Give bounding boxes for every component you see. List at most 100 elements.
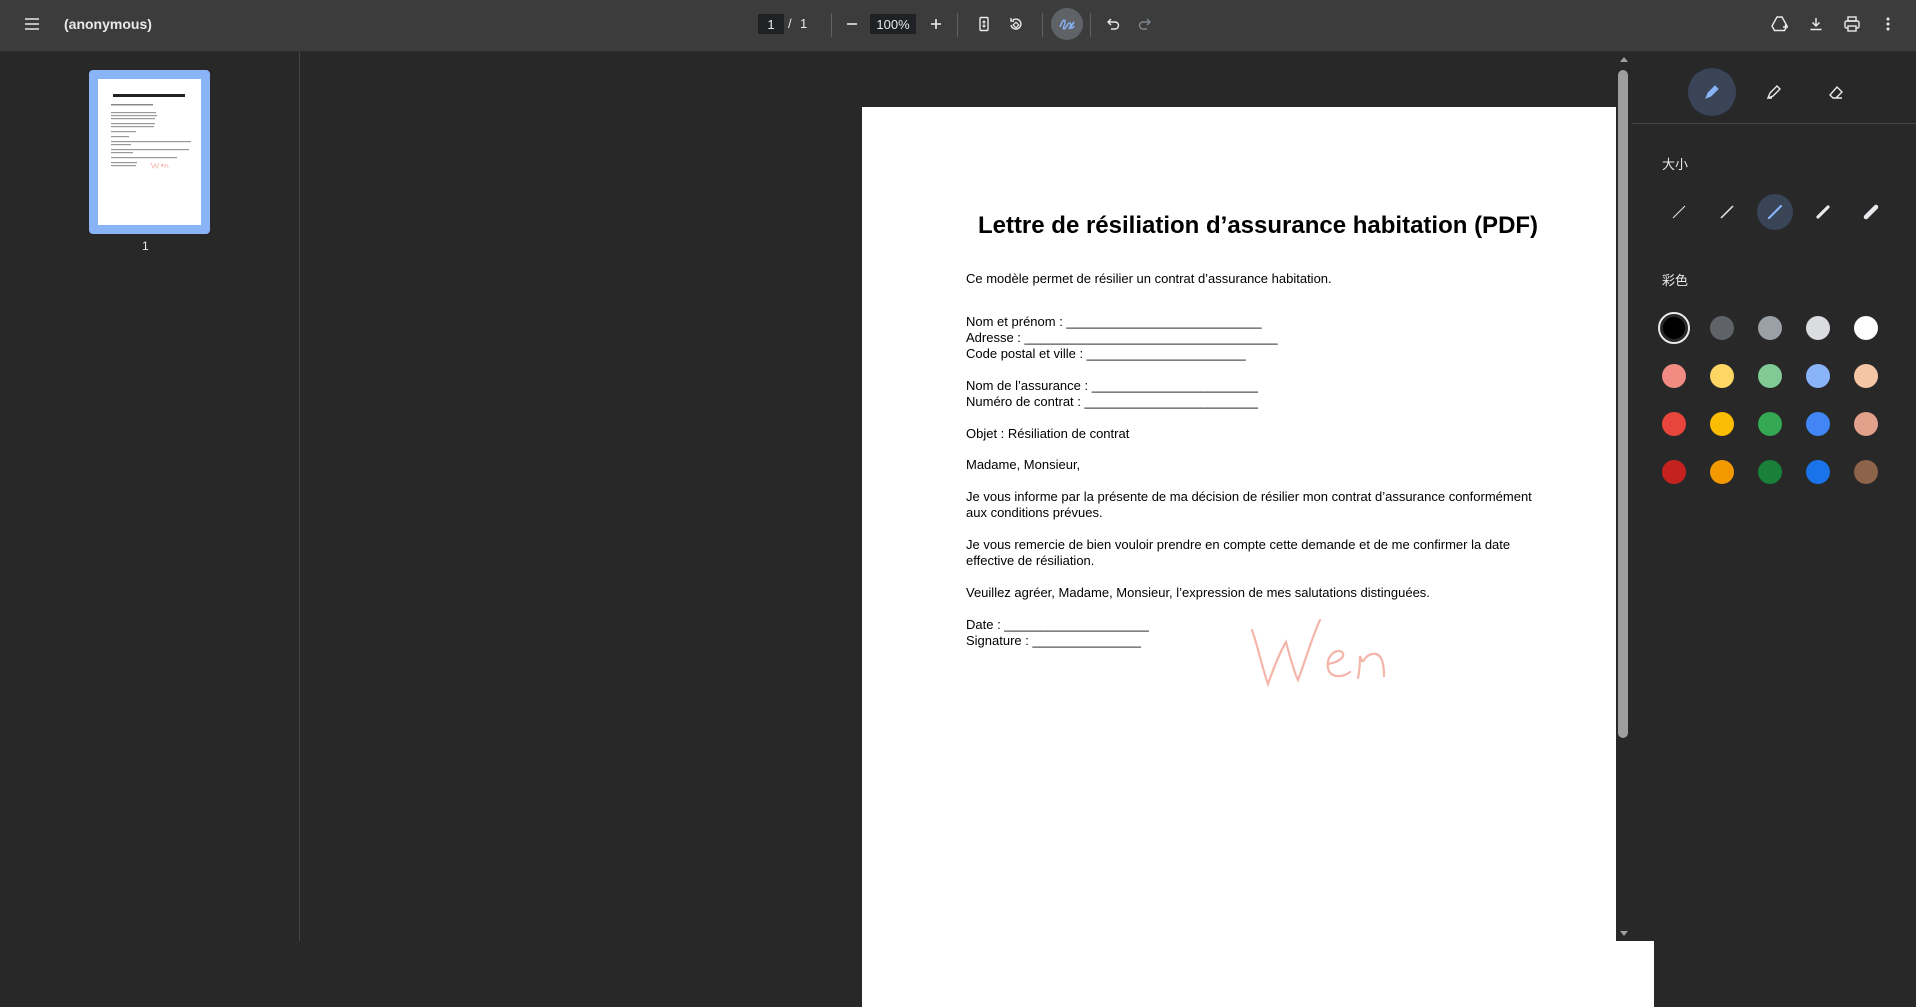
undo-icon bbox=[1107, 18, 1120, 30]
subject-line: Objet : Résiliation de contrat bbox=[966, 426, 1130, 441]
handwritten-signature-image bbox=[1250, 618, 1386, 688]
color-swatch[interactable] bbox=[1662, 412, 1686, 436]
more-vert-icon bbox=[1886, 17, 1890, 31]
page-number-input[interactable]: 1 bbox=[758, 14, 784, 34]
stroke-size-icon bbox=[1767, 204, 1783, 220]
thumbnail-preview bbox=[98, 79, 201, 225]
color-swatch[interactable] bbox=[1806, 412, 1830, 436]
print-button[interactable] bbox=[1836, 8, 1868, 40]
document-viewer: Lettre de résiliation d’assurance habita… bbox=[300, 52, 1654, 1007]
color-swatch[interactable] bbox=[1662, 460, 1686, 484]
redo-button[interactable] bbox=[1129, 8, 1161, 40]
fit-page-icon bbox=[979, 16, 989, 32]
body-line: Je vous remercie de bien vouloir prendre… bbox=[966, 537, 1511, 552]
toolbar-divider bbox=[1042, 13, 1043, 37]
color-swatch[interactable] bbox=[1710, 412, 1734, 436]
color-swatch[interactable] bbox=[1806, 364, 1830, 388]
color-swatch[interactable] bbox=[1710, 460, 1734, 484]
download-button[interactable] bbox=[1800, 8, 1832, 40]
stroke-size-icon bbox=[1720, 205, 1734, 219]
stroke-size-icon bbox=[1816, 205, 1830, 219]
salutation-line: Madame, Monsieur, bbox=[966, 457, 1081, 472]
size-option-2[interactable] bbox=[1709, 194, 1745, 230]
date-line: Date : ____________________ bbox=[966, 617, 1149, 632]
size-label: 大小 bbox=[1662, 157, 1689, 172]
field-line: Nom de l’assurance : ___________________… bbox=[966, 378, 1259, 393]
scroll-up-arrow-icon[interactable] bbox=[1619, 55, 1629, 63]
signature-line: Signature : _______________ bbox=[966, 633, 1141, 648]
document-heading: Lettre de résiliation d’assurance habita… bbox=[977, 212, 1539, 239]
color-swatch[interactable] bbox=[1854, 460, 1878, 484]
plus-icon bbox=[931, 19, 941, 29]
zoom-out-button[interactable] bbox=[836, 8, 868, 40]
vertical-scrollbar[interactable] bbox=[1616, 52, 1632, 941]
intro-text: Ce modèle permet de résilier un contrat … bbox=[966, 271, 1332, 286]
toolbar-divider bbox=[831, 13, 832, 37]
scrollbar-thumb[interactable] bbox=[1618, 70, 1628, 738]
color-swatch[interactable] bbox=[1758, 364, 1782, 388]
body-line: effective de résiliation. bbox=[966, 553, 1095, 568]
pdf-page[interactable]: Lettre de résiliation d’assurance habita… bbox=[862, 107, 1654, 1007]
color-swatch[interactable] bbox=[1662, 364, 1686, 388]
panel-divider bbox=[1632, 123, 1916, 124]
drive-add-icon bbox=[1771, 16, 1788, 32]
toolbar-divider bbox=[1090, 13, 1091, 37]
rotate-icon bbox=[1010, 18, 1022, 30]
scroll-down-arrow-icon[interactable] bbox=[1619, 930, 1629, 938]
more-options-button[interactable] bbox=[1872, 8, 1904, 40]
annotation-panel: 大小 彩色 bbox=[1632, 52, 1916, 941]
eraser-icon bbox=[1829, 85, 1843, 99]
rotate-button[interactable] bbox=[1000, 8, 1032, 40]
redo-icon bbox=[1138, 18, 1151, 30]
document-title: (anonymous) bbox=[64, 16, 152, 32]
color-swatch[interactable] bbox=[1806, 460, 1830, 484]
color-label: 彩色 bbox=[1662, 273, 1689, 288]
color-swatch[interactable] bbox=[1854, 316, 1878, 340]
toolbar-divider bbox=[957, 13, 958, 37]
undo-button[interactable] bbox=[1097, 8, 1129, 40]
pen-tool-button[interactable] bbox=[1688, 68, 1736, 116]
thumbnail-page-number: 1 bbox=[142, 239, 149, 253]
eraser-tool-button[interactable] bbox=[1818, 74, 1854, 110]
field-line: Numéro de contrat : ____________________… bbox=[966, 394, 1259, 409]
save-to-drive-button[interactable] bbox=[1764, 8, 1796, 40]
page-separator: / bbox=[788, 16, 792, 31]
thumbnail-content-image bbox=[111, 94, 191, 169]
field-line: Nom et prénom : ________________________… bbox=[966, 314, 1262, 329]
annotate-icon bbox=[1059, 19, 1075, 30]
zoom-in-button[interactable] bbox=[920, 8, 952, 40]
body-line: Je vous informe par la présente de ma dé… bbox=[966, 489, 1532, 504]
fit-page-button[interactable] bbox=[968, 8, 1000, 40]
pen-icon bbox=[1705, 85, 1719, 99]
color-swatch[interactable] bbox=[1854, 412, 1878, 436]
zoom-input[interactable]: 100% bbox=[870, 14, 916, 34]
highlighter-tool-button[interactable] bbox=[1756, 74, 1792, 110]
closing-line: Veuillez agréer, Madame, Monsieur, l’exp… bbox=[966, 585, 1430, 600]
color-swatch[interactable] bbox=[1658, 312, 1690, 344]
highlighter-icon bbox=[1766, 85, 1781, 100]
toolbar: (anonymous) 1 / 1 100% bbox=[0, 0, 1916, 52]
size-option-3[interactable] bbox=[1757, 194, 1793, 230]
field-line: Code postal et ville : _________________… bbox=[966, 346, 1246, 361]
thumbnail-sidebar: 1 bbox=[0, 52, 300, 941]
page-total: 1 bbox=[800, 16, 808, 31]
color-swatch[interactable] bbox=[1710, 316, 1734, 340]
color-swatch[interactable] bbox=[1758, 412, 1782, 436]
minus-icon bbox=[847, 23, 857, 25]
size-option-4[interactable] bbox=[1805, 194, 1841, 230]
color-swatch[interactable] bbox=[1710, 364, 1734, 388]
size-option-5[interactable] bbox=[1853, 194, 1889, 230]
stroke-size-icon bbox=[1672, 205, 1686, 219]
stroke-size-icon bbox=[1863, 204, 1879, 220]
menu-icon bbox=[25, 18, 39, 30]
color-swatch[interactable] bbox=[1806, 316, 1830, 340]
annotate-button[interactable] bbox=[1051, 8, 1083, 40]
field-line: Adresse : ______________________________… bbox=[966, 330, 1278, 345]
menu-button[interactable] bbox=[16, 8, 48, 40]
size-option-1[interactable] bbox=[1661, 194, 1697, 230]
body-line: aux conditions prévues. bbox=[966, 505, 1103, 520]
color-swatch[interactable] bbox=[1854, 364, 1878, 388]
page-thumbnail[interactable] bbox=[89, 70, 210, 234]
color-swatch[interactable] bbox=[1758, 460, 1782, 484]
color-swatch[interactable] bbox=[1758, 316, 1782, 340]
